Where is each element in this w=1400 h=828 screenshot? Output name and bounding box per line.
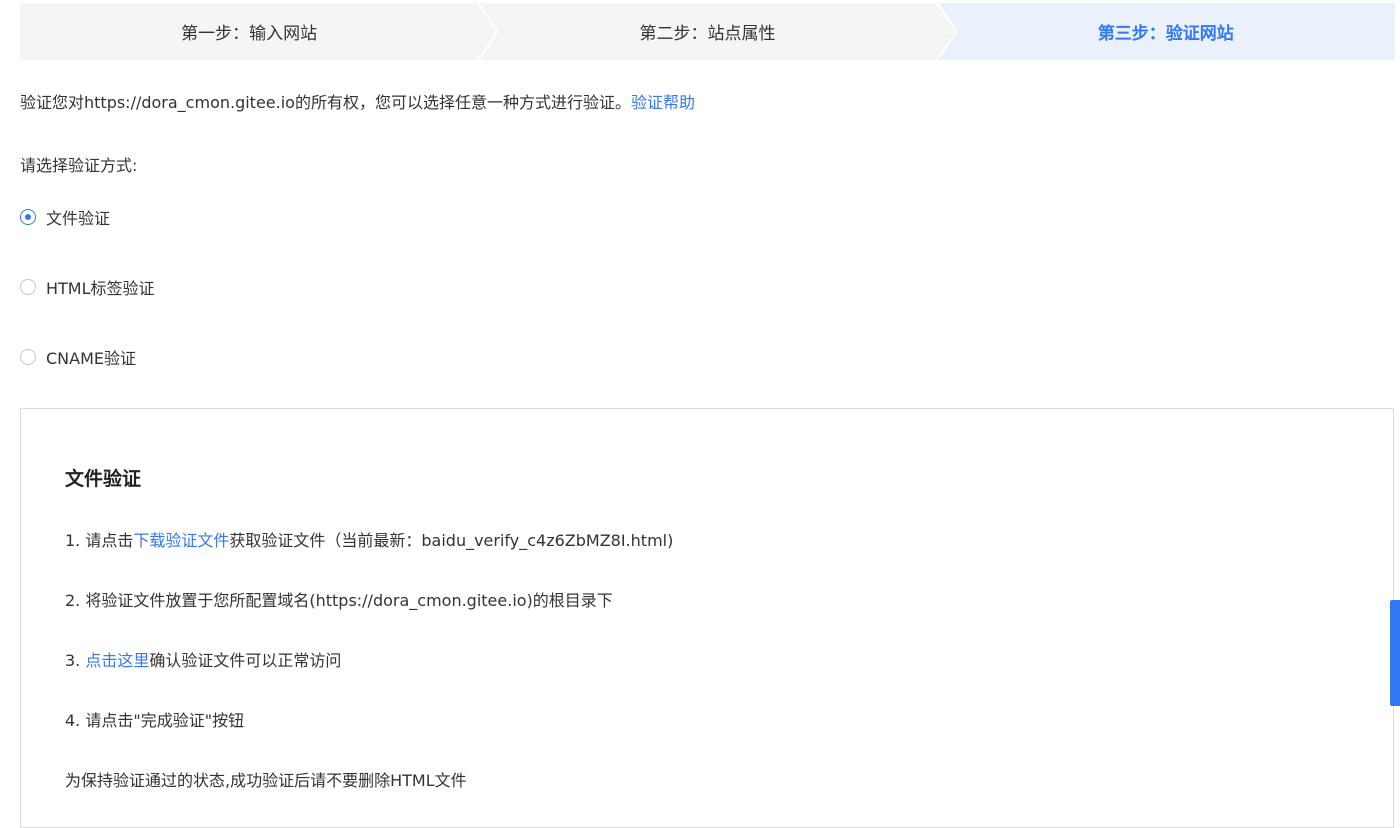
radio-checked-icon[interactable] [20,209,36,225]
step-1-label: 第一步：输入网站 [181,24,318,44]
instruction-step-3: 3. 点击这里确认验证文件可以正常访问 [65,647,341,671]
file-verify-panel: 文件验证 1. 请点击下载验证文件获取验证文件（当前最新：baidu_verif… [20,408,1394,828]
choose-method-label: 请选择验证方式: [20,156,138,175]
option-cname-verify[interactable]: CNAME验证 [20,345,136,369]
radio-unchecked-icon[interactable] [20,349,36,365]
scrollbar-thumb[interactable] [1390,600,1400,706]
option-html-tag-verify[interactable]: HTML标签验证 [20,275,155,299]
panel-title: 文件验证 [65,468,142,490]
option-cname-verify-label: CNAME验证 [46,349,137,368]
click-here-link[interactable]: 点击这里 [85,651,149,670]
step-separator-icon [916,3,957,60]
step-2: 第二步：站点属性 [478,3,957,60]
instruction-step-2: 2. 将验证文件放置于您所配置域名(https://dora_cmon.gite… [65,591,613,610]
instruction-step-1-suffix: 获取验证文件（当前最新：baidu_verify_c4z6ZbMZ8I.html… [229,531,674,550]
description-text: 验证您对https://dora_cmon.gitee.io的所有权，您可以选择… [20,93,631,112]
instruction-step-3-suffix: 确认验证文件可以正常访问 [149,651,342,670]
step-3-active: 第三步：验证网站 [936,3,1395,60]
instruction-step-1: 1. 请点击下载验证文件获取验证文件（当前最新：baidu_verify_c4z… [65,527,673,551]
instruction-step-3-prefix: 3. [65,651,86,670]
option-html-tag-verify-label: HTML标签验证 [46,279,155,298]
verify-help-link[interactable]: 验证帮助 [631,93,695,112]
download-verify-file-link[interactable]: 下载验证文件 [133,531,229,550]
step-1: 第一步：输入网站 [20,3,499,60]
keep-file-note: 为保持验证通过的状态,成功验证后请不要删除HTML文件 [65,771,467,790]
option-file-verify[interactable]: 文件验证 [20,205,110,229]
instruction-step-1-prefix: 1. 请点击 [65,531,134,550]
ownership-description: 验证您对https://dora_cmon.gitee.io的所有权，您可以选择… [20,89,695,113]
step-progress-bar: 第一步：输入网站 第二步：站点属性 第三步：验证网站 [20,3,1395,60]
step-separator-icon [458,3,499,60]
option-file-verify-label: 文件验证 [46,209,111,228]
step-3-label: 第三步：验证网站 [1097,24,1234,44]
radio-unchecked-icon[interactable] [20,279,36,295]
step-2-label: 第二步：站点属性 [639,24,776,44]
instruction-step-4: 4. 请点击"完成验证"按钮 [65,711,245,730]
